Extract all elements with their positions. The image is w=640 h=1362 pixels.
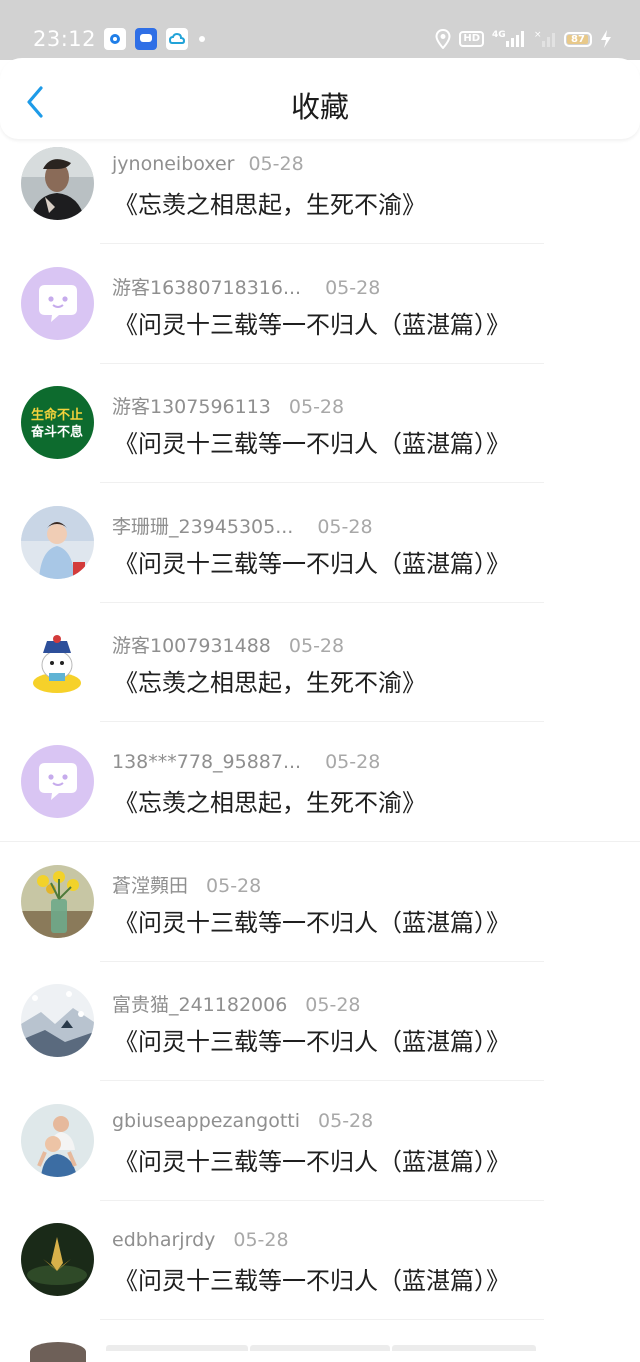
list-item-partial[interactable] <box>0 1335 640 1362</box>
placeholder-bar <box>392 1345 536 1351</box>
work-title[interactable]: 《问灵十三载等一不归人（蓝湛篇）》 <box>114 305 510 340</box>
avatar[interactable] <box>21 625 94 699</box>
username: edbharjrdy <box>112 1229 216 1252</box>
list-item[interactable]: 游客1007931488 05-28 《忘羡之相思起，生死不渝》 <box>0 617 640 737</box>
signal-no-service-icon: × <box>534 30 555 47</box>
username: 游客1307596113 <box>112 396 271 419</box>
item-meta: 游客16380718316... 05-28 <box>112 273 380 300</box>
blue-square-app-icon <box>104 28 126 50</box>
divider <box>100 1199 544 1201</box>
username: 富贵猫_241182006 <box>112 994 288 1017</box>
item-meta: 游客1007931488 05-28 <box>112 631 344 658</box>
item-meta: jynoneiboxer 05-28 <box>112 153 304 175</box>
date: 05-28 <box>206 874 262 897</box>
divider <box>100 721 544 723</box>
item-meta: gbiuseappezangotti 05-28 <box>112 1110 373 1132</box>
avatar[interactable] <box>21 1103 94 1177</box>
avatar[interactable] <box>21 266 94 340</box>
list-item[interactable]: 富贵猫_241182006 05-28 《问灵十三载等一不归人（蓝湛篇）》 <box>0 976 640 1096</box>
list-item[interactable]: 李珊珊_23945305... 05-28 《问灵十三载等一不归人（蓝湛篇）》 <box>0 498 640 618</box>
work-title[interactable]: 《问灵十三载等一不归人（蓝湛篇）》 <box>114 424 510 459</box>
list-item[interactable]: 游客16380718316... 05-28 《问灵十三载等一不归人（蓝湛篇）》 <box>0 259 640 379</box>
placeholder-bar <box>106 1345 248 1351</box>
work-title[interactable]: 《忘羡之相思起，生死不渝》 <box>114 663 426 698</box>
work-title[interactable]: 《问灵十三载等一不归人（蓝湛篇）》 <box>114 1142 510 1177</box>
placeholder-bar <box>250 1345 390 1351</box>
date: 05-28 <box>288 396 345 419</box>
divider <box>100 362 544 364</box>
default-chat-avatar-icon <box>21 266 94 340</box>
avatar[interactable] <box>21 744 94 818</box>
list-item[interactable]: gbiuseappezangotti 05-28 《问灵十三载等一不归人（蓝湛篇）… <box>0 1096 640 1216</box>
list-item[interactable]: 生命不止 奋斗不息 游客1307596113 05-28 《问灵十三载等一不归人（… <box>0 378 640 498</box>
system-icons: HD 4G × 87 <box>435 26 612 52</box>
svg-text:×: × <box>534 30 542 40</box>
header: 收藏 <box>0 58 640 139</box>
username: jynoneiboxer <box>112 153 235 175</box>
date: 05-28 <box>325 750 381 773</box>
avatar[interactable] <box>21 864 94 938</box>
list-item[interactable]: 138***778_95887... 05-28 《忘羡之相思起，生死不渝》 <box>0 737 640 857</box>
avatar[interactable]: 生命不止 奋斗不息 <box>21 386 94 460</box>
item-meta: 蒼漟顭田 05-28 <box>112 871 261 898</box>
username: 游客1007931488 <box>112 635 271 658</box>
date: 05-28 <box>325 276 381 299</box>
charging-bolt-icon <box>601 30 611 48</box>
work-title[interactable]: 《问灵十三载等一不归人（蓝湛篇）》 <box>114 1022 510 1057</box>
date: 05-28 <box>317 515 373 538</box>
divider <box>100 601 544 603</box>
date: 05-28 <box>305 994 361 1017</box>
avatar[interactable] <box>30 1342 86 1362</box>
work-title[interactable]: 《忘羡之相思起，生死不渝》 <box>114 185 426 220</box>
list-item[interactable]: 蒼漟顭田 05-28 《问灵十三载等一不归人（蓝湛篇）》 <box>0 857 640 977</box>
page-title: 收藏 <box>290 90 349 124</box>
favorites-list: jynoneiboxer 05-28 《忘羡之相思起，生死不渝》 游客163807… <box>0 139 640 1335</box>
divider <box>100 1080 544 1082</box>
date: 05-28 <box>318 1109 374 1132</box>
divider <box>100 482 544 484</box>
avatar[interactable] <box>21 1223 94 1297</box>
username: gbiuseappezangotti <box>112 1109 301 1132</box>
list-item[interactable]: edbharjrdy 05-28 《问灵十三载等一不归人（蓝湛篇）》 <box>0 1215 640 1335</box>
status-time: 23:12 <box>33 27 97 51</box>
date: 05-28 <box>248 153 304 175</box>
chat-bubble-app-icon <box>135 28 157 50</box>
item-meta: 138***778_95887... 05-28 <box>112 751 380 773</box>
date: 05-28 <box>233 1229 289 1252</box>
cloud-app-icon <box>166 28 188 50</box>
username: 蒼漟顭田 <box>112 874 189 897</box>
divider <box>0 840 640 842</box>
slogan-line-2: 奋斗不息 <box>30 424 83 440</box>
more-notifications-dot <box>199 36 205 42</box>
status-bar: 23:12 HD 4G × 87 <box>0 0 640 60</box>
default-chat-avatar-icon <box>21 744 94 818</box>
username: 游客16380718316... <box>112 276 302 299</box>
avatar[interactable] <box>21 147 94 220</box>
divider <box>100 1319 544 1321</box>
item-meta: 李珊珊_23945305... 05-28 <box>112 512 373 539</box>
slogan-line-1: 生命不止 <box>31 407 83 423</box>
avatar[interactable] <box>21 505 94 579</box>
list-item[interactable]: jynoneiboxer 05-28 《忘羡之相思起，生死不渝》 <box>0 139 640 259</box>
work-title[interactable]: 《问灵十三载等一不归人（蓝湛篇）》 <box>114 1261 510 1296</box>
divider <box>100 243 544 244</box>
battery-icon: 87 <box>564 31 592 47</box>
username: 138***778_95887... <box>112 750 302 773</box>
svg-text:4G: 4G <box>492 30 506 40</box>
location-icon <box>435 29 451 49</box>
hd-badge: HD <box>459 31 484 47</box>
username: 李珊珊_23945305... <box>112 515 294 538</box>
item-meta: 游客1307596113 05-28 <box>112 392 344 419</box>
avatar[interactable] <box>21 984 94 1058</box>
item-meta: 富贵猫_241182006 05-28 <box>112 990 361 1017</box>
work-title[interactable]: 《问灵十三载等一不归人（蓝湛篇）》 <box>114 903 510 938</box>
item-meta: edbharjrdy 05-28 <box>112 1229 289 1251</box>
battery-level: 87 <box>571 33 585 45</box>
work-title[interactable]: 《问灵十三载等一不归人（蓝湛篇）》 <box>114 544 510 579</box>
work-title[interactable]: 《忘羡之相思起，生死不渝》 <box>114 783 426 818</box>
signal-4g-icon: 4G <box>492 30 524 47</box>
divider <box>100 960 544 962</box>
date: 05-28 <box>288 635 345 658</box>
